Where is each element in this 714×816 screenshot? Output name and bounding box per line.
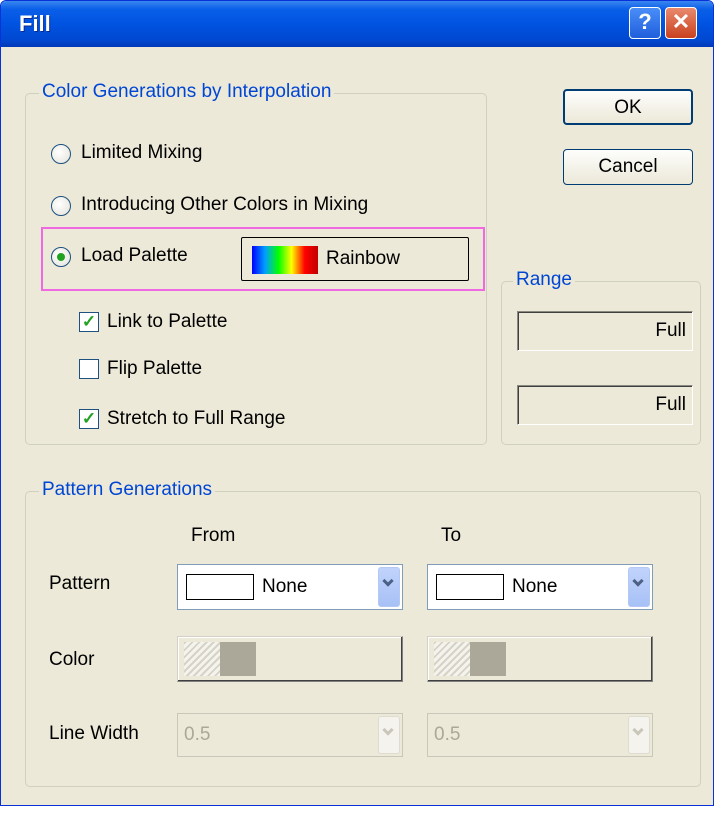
- pattern-to-dropdown[interactable]: None: [427, 564, 653, 610]
- radio-load-palette[interactable]: [51, 247, 71, 267]
- pattern-from-value: None: [262, 576, 308, 597]
- line-width-from-dropdown: 0.5: [177, 713, 403, 757]
- line-width-to-dropdown: 0.5: [427, 713, 653, 757]
- palette-name: Rainbow: [326, 248, 400, 269]
- interpolation-group-legend: Color Generations by Interpolation: [39, 81, 335, 103]
- range-max-value: Full: [655, 394, 686, 415]
- from-column-header: From: [191, 525, 236, 546]
- to-column-header: To: [441, 525, 462, 546]
- range-min-value: Full: [655, 320, 686, 341]
- stretch-full-range-label[interactable]: Stretch to Full Range: [107, 408, 285, 430]
- radio-other-colors-label[interactable]: Introducing Other Colors in Mixing: [81, 194, 368, 216]
- pattern-from-dropdown[interactable]: None: [177, 564, 403, 610]
- radio-limited-mixing[interactable]: [51, 144, 71, 164]
- pattern-to-swatch: [436, 574, 504, 600]
- cancel-button[interactable]: Cancel: [563, 149, 693, 185]
- color-to-button: [427, 636, 653, 682]
- gray-swatch-icon: [220, 642, 256, 676]
- radio-load-palette-label[interactable]: Load Palette: [81, 245, 188, 267]
- ok-button[interactable]: OK: [563, 89, 693, 125]
- link-to-palette-label[interactable]: Link to Palette: [107, 311, 227, 333]
- checkbox-flip-palette[interactable]: [79, 359, 99, 379]
- close-button[interactable]: ✕: [665, 7, 697, 39]
- line-width-from-value: 0.5: [184, 724, 211, 745]
- flip-palette-label[interactable]: Flip Palette: [107, 358, 202, 380]
- radio-limited-mixing-label[interactable]: Limited Mixing: [81, 142, 202, 164]
- fill-dialog: Fill ? ✕ Color Generations by Interpolat…: [0, 0, 714, 806]
- gray-swatch-icon: [470, 642, 506, 676]
- pattern-from-swatch: [186, 574, 254, 600]
- hatch-swatch-icon: [434, 642, 470, 676]
- range-group-legend: Range: [513, 269, 575, 291]
- color-row-label: Color: [49, 649, 95, 670]
- window-title: Fill: [19, 11, 51, 36]
- pattern-to-value: None: [512, 576, 558, 597]
- help-button[interactable]: ?: [629, 7, 661, 39]
- chevron-down-icon[interactable]: [378, 567, 400, 607]
- chevron-down-icon: [378, 716, 400, 754]
- checkbox-link-to-palette[interactable]: ✓: [79, 312, 99, 332]
- title-bar[interactable]: Fill ? ✕: [1, 1, 713, 47]
- palette-button[interactable]: Rainbow: [241, 237, 469, 281]
- range-max-field: Full: [517, 385, 693, 425]
- rainbow-swatch: [252, 246, 318, 274]
- pattern-row-label: Pattern: [49, 573, 111, 594]
- line-width-row-label: Line Width: [49, 723, 139, 744]
- color-from-button: [177, 636, 403, 682]
- chevron-down-icon: [628, 716, 650, 754]
- line-width-to-value: 0.5: [434, 724, 461, 745]
- hatch-swatch-icon: [184, 642, 220, 676]
- radio-other-colors[interactable]: [51, 196, 71, 216]
- checkbox-stretch-full-range[interactable]: ✓: [79, 409, 99, 429]
- chevron-down-icon[interactable]: [628, 567, 650, 607]
- range-min-field: Full: [517, 311, 693, 351]
- pattern-group-legend: Pattern Generations: [39, 479, 216, 501]
